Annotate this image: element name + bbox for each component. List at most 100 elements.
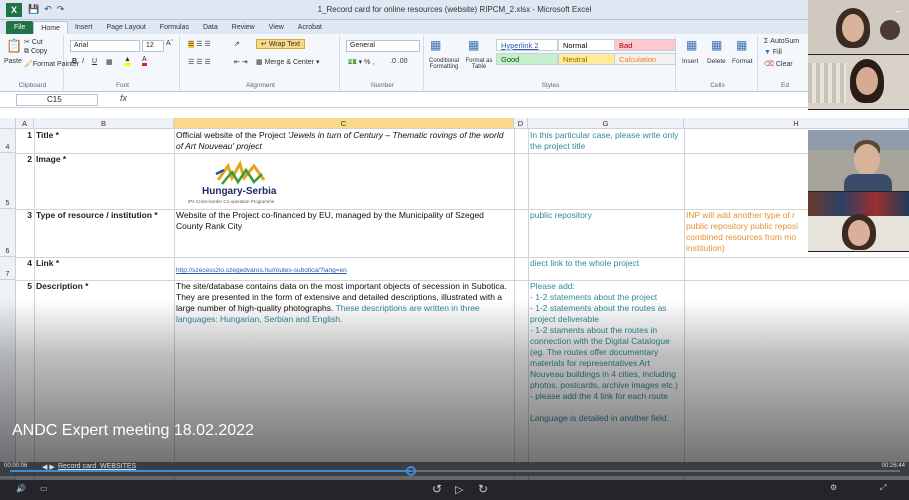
participant-video-2[interactable] [808,55,909,110]
tab-view[interactable]: View [262,21,291,34]
style-normal[interactable]: Normal [558,39,620,51]
cell-description-value[interactable]: The site/database contains data on the m… [174,281,514,325]
number-format-select[interactable]: General [346,40,420,52]
play-icon[interactable]: ▷ [455,483,463,496]
cell-type-note[interactable]: public repository [530,210,682,221]
participant-video-1[interactable]: – [808,0,909,55]
insert-button[interactable]: Insert [682,58,698,65]
row-header[interactable]: 4 [0,129,16,153]
clear-button[interactable]: ⌫ Clear [764,60,793,68]
cell-description-note[interactable]: Please add: - 1-2 statements about the p… [530,281,682,424]
font-size-select[interactable]: 12 [142,40,164,52]
project-link[interactable]: http://szecesszio.szegedvaros.hu/routes-… [176,267,347,274]
cell-row-number[interactable]: 3 [16,210,34,221]
fill-button[interactable]: ▼ Fill [764,49,782,56]
row-header[interactable] [0,280,16,480]
video-progress-handle[interactable] [405,466,416,476]
redo-icon[interactable]: ↷ [57,4,65,15]
video-progress-track[interactable] [10,466,900,476]
cell-field-description[interactable]: Description * [34,281,174,292]
conditional-formatting-icon[interactable]: ▦ [430,38,441,52]
orientation-icon[interactable]: ⇗ [234,40,240,48]
cell-link-note[interactable]: diect link to the whole project [530,258,682,269]
delete-button[interactable]: Delete [707,58,726,65]
name-box[interactable]: C15 [16,94,98,106]
sheet-tab-websites[interactable]: Record card_WEBSITES [58,463,136,470]
screen-icon[interactable]: ▭ [40,484,48,493]
style-neutral[interactable]: Neutral [558,53,620,65]
row-header[interactable]: 7 [0,257,16,280]
cell-field-image[interactable]: Image * [34,154,174,165]
tab-page-layout[interactable]: Page Layout [99,21,152,34]
underline-button[interactable]: U [92,58,97,65]
cell-field-type[interactable]: Type of resource / institution * [34,210,164,221]
row-header[interactable]: 6 [0,209,16,257]
bold-button[interactable]: B [72,58,77,65]
font-color-icon[interactable]: A [142,56,147,66]
column-header-d[interactable]: D [514,118,528,129]
format-button[interactable]: Format [732,58,753,65]
forward-icon[interactable]: ↻ [478,482,488,496]
column-header-c[interactable]: C [174,118,514,129]
cell-type-comment[interactable]: INP will add another type of r public re… [686,210,809,254]
borders-icon[interactable]: ▦ [106,58,113,66]
cell-link-value[interactable]: http://szecesszio.szegedvaros.hu/routes-… [176,264,512,276]
align-left-icon[interactable]: ☰ ☰ ☰ [188,58,211,66]
minimize-icon[interactable]: – [896,6,906,16]
tab-file[interactable]: File [6,21,34,34]
participant-video-3[interactable] [808,130,909,192]
tab-acrobat[interactable]: Acrobat [291,21,329,34]
fullscreen-icon[interactable]: ⤢ [880,483,886,493]
format-as-table-button[interactable]: Format as Table [464,58,494,70]
rewind-icon[interactable]: ↺ [432,482,442,496]
wrap-text-button[interactable]: ↵ Wrap Text [256,39,306,49]
tab-formulas[interactable]: Formulas [153,21,196,34]
cell-field-link[interactable]: Link * [34,258,174,269]
undo-icon[interactable]: ↶ [44,4,52,15]
cell-row-number[interactable]: 1 [16,130,34,141]
style-calculation[interactable]: Calculation [614,53,676,65]
format-cells-icon[interactable]: ▦ [736,38,747,52]
cell-title-value[interactable]: Official website of the Project 'Jewels … [174,130,514,152]
column-header-h[interactable]: H [684,118,909,129]
merge-center-button[interactable]: ▦ Merge & Center ▾ [256,58,319,66]
grow-font-icon[interactable]: Aˆ [166,40,173,47]
format-table-icon[interactable]: ▦ [468,38,479,52]
save-icon[interactable]: 💾 [28,4,39,15]
paste-button[interactable]: Paste [4,58,22,65]
tab-insert[interactable]: Insert [68,21,100,34]
indent-icon[interactable]: ⇤ ⇥ [234,58,248,66]
style-good[interactable]: Good [496,53,558,65]
cut-button[interactable]: ✂ Cut [24,38,43,46]
currency-icon[interactable]: 💵 ▾ % , [348,58,374,66]
tab-home[interactable]: Home [33,21,68,34]
tab-review[interactable]: Review [225,21,262,34]
font-name-select[interactable]: Arial [70,40,140,52]
copy-button[interactable]: ⧉ Copy [24,48,47,56]
cell-type-value[interactable]: Website of the Project co-financed by EU… [174,210,514,232]
settings-icon[interactable]: ⚙ [830,483,837,492]
cell-field-title[interactable]: Title * [34,130,174,141]
column-header-b[interactable]: B [34,118,174,129]
autosum-button[interactable]: Σ AutoSum [764,38,799,45]
select-all-corner[interactable] [0,118,16,129]
delete-cells-icon[interactable]: ▦ [711,38,722,52]
column-header-g[interactable]: G [528,118,684,129]
style-bad[interactable]: Bad [614,39,676,51]
italic-button[interactable]: I [82,58,84,65]
cell-title-note[interactable]: In this particular case, please write on… [530,130,682,152]
style-hyperlink-2[interactable]: Hyperlink 2 [496,39,558,51]
cell-row-number[interactable]: 5 [16,281,34,292]
align-top-icon[interactable]: ☰ ☰ ☰ [188,40,211,48]
row-header[interactable]: 5 [0,153,16,209]
fill-color-icon[interactable]: ▲ [124,56,131,66]
cell-row-number[interactable]: 2 [16,154,34,165]
volume-icon[interactable]: 🔊 [16,484,26,493]
paste-icon[interactable]: 📋 [6,38,22,54]
participant-video-4[interactable] [808,192,909,252]
insert-cells-icon[interactable]: ▦ [686,38,697,52]
conditional-formatting-button[interactable]: Conditional Formatting [426,58,462,70]
column-header-a[interactable]: A [16,118,34,129]
tab-data[interactable]: Data [196,21,225,34]
decimal-icon[interactable]: .0 .00 [390,58,408,65]
